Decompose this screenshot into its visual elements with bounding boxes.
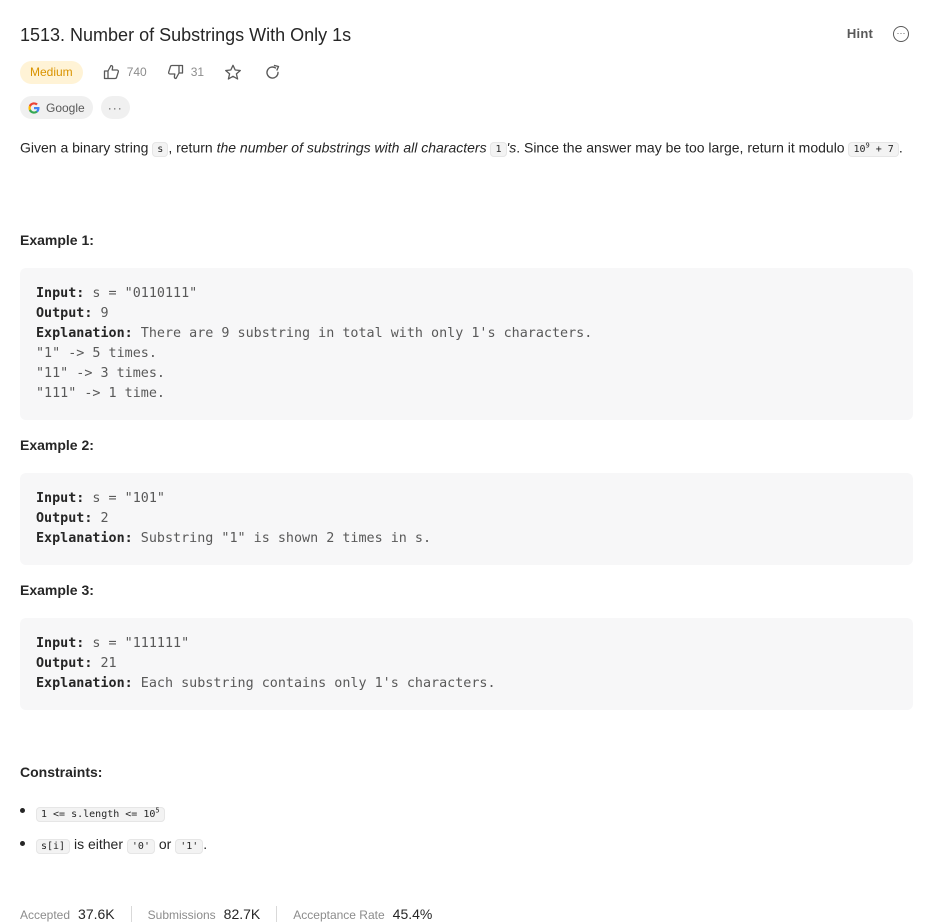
stat-accepted: Accepted 37.6K bbox=[20, 906, 132, 922]
problem-title: 1513. Number of Substrings With Only 1s bbox=[20, 25, 352, 45]
explanation-value: Substring "1" is shown 2 times in s. bbox=[132, 531, 432, 546]
desc-emphasis: the number of substrings with all charac… bbox=[216, 139, 491, 156]
constraint-text: or bbox=[154, 836, 176, 852]
example-1-title: Example 1: bbox=[20, 232, 94, 248]
constraint-code: '1' bbox=[175, 839, 204, 854]
constraint-text: . bbox=[203, 836, 208, 852]
explanation-line: "1" -> 5 times. bbox=[36, 346, 157, 361]
company-tag-google[interactable]: Google bbox=[20, 96, 93, 119]
constraint-text: is either bbox=[70, 836, 127, 852]
stat-label: Accepted bbox=[20, 908, 71, 922]
input-value: s = "111111" bbox=[84, 636, 190, 651]
output-label: Output: bbox=[36, 511, 93, 526]
meta-row: Medium 740 31 bbox=[20, 60, 303, 84]
input-value: s = "101" bbox=[84, 491, 165, 506]
example-1-block: Input: s = "0110111" Output: 9 Explanati… bbox=[20, 268, 913, 420]
like-button[interactable]: 740 bbox=[103, 64, 147, 80]
constraint-code: s[i] bbox=[36, 839, 71, 854]
title-row: 1513. Number of Substrings With Only 1s … bbox=[20, 22, 913, 48]
thumbs-up-icon bbox=[103, 64, 119, 80]
refresh-icon bbox=[266, 64, 280, 79]
modulo-base: 10 bbox=[853, 144, 866, 156]
inline-code: 1 bbox=[490, 142, 507, 158]
desc-text: Given a binary string bbox=[20, 139, 153, 156]
desc-text: . bbox=[898, 139, 903, 156]
input-label: Input: bbox=[36, 286, 85, 301]
explanation-value: Each substring contains only 1's charact… bbox=[132, 676, 496, 691]
explanation-label: Explanation: bbox=[36, 326, 133, 341]
inline-code: s bbox=[152, 142, 169, 158]
company-tag-label: Google bbox=[46, 100, 85, 115]
desc-emphasis: 's bbox=[506, 139, 517, 156]
example-2-block: Input: s = "101" Output: 2 Explanation: … bbox=[20, 473, 913, 565]
output-value: 9 bbox=[92, 306, 109, 321]
company-tags: Google ··· bbox=[20, 96, 138, 119]
stat-label: Submissions bbox=[147, 908, 216, 922]
output-value: 2 bbox=[92, 511, 109, 526]
dislike-count: 31 bbox=[190, 65, 205, 79]
google-logo-icon bbox=[28, 101, 40, 114]
stat-value: 37.6K bbox=[78, 906, 115, 922]
example-2-title: Example 2: bbox=[20, 437, 94, 453]
constraints-title: Constraints: bbox=[20, 764, 103, 780]
reset-button[interactable] bbox=[264, 64, 281, 81]
output-label: Output: bbox=[36, 656, 93, 671]
constraint-code-text: 1 <= s.length <= 10 bbox=[41, 809, 156, 821]
stat-acceptance-rate: Acceptance Rate 45.4% bbox=[293, 906, 448, 922]
problem-stats: Accepted 37.6K Submissions 82.7K Accepta… bbox=[20, 906, 464, 922]
constraints-list: 1 <= s.length <= 105 s[i] is either '0' … bbox=[20, 800, 207, 866]
output-value: 21 bbox=[92, 656, 117, 671]
desc-text: . Since the answer may be too large, ret… bbox=[516, 139, 849, 156]
stat-value: 45.4% bbox=[392, 906, 433, 922]
explanation-label: Explanation: bbox=[36, 676, 133, 691]
constraint-code: 1 <= s.length <= 105 bbox=[36, 807, 165, 823]
favorite-button[interactable] bbox=[224, 64, 242, 81]
constraint-item: 1 <= s.length <= 105 bbox=[20, 800, 207, 833]
explanation-value: There are 9 substring in total with only… bbox=[132, 326, 593, 341]
input-label: Input: bbox=[36, 491, 85, 506]
modulo-tail: + 7 bbox=[869, 144, 894, 156]
explanation-label: Explanation: bbox=[36, 531, 133, 546]
hint-button[interactable]: Hint bbox=[847, 26, 873, 41]
difficulty-badge: Medium bbox=[20, 60, 83, 84]
dislike-button[interactable]: 31 bbox=[167, 64, 204, 80]
input-label: Input: bbox=[36, 636, 85, 651]
example-3-title: Example 3: bbox=[20, 582, 94, 598]
input-value: s = "0110111" bbox=[84, 286, 198, 301]
problem-statement: Given a binary string s, return the numb… bbox=[20, 136, 913, 160]
more-options-icon[interactable]: ··· bbox=[893, 26, 909, 42]
constraint-exponent: 5 bbox=[155, 807, 160, 815]
output-label: Output: bbox=[36, 306, 93, 321]
constraint-item: s[i] is either '0' or '1'. bbox=[20, 833, 207, 866]
explanation-line: "11" -> 3 times. bbox=[36, 366, 165, 381]
explanation-line: "111" -> 1 time. bbox=[36, 386, 165, 401]
thumbs-down-icon bbox=[167, 64, 183, 80]
stat-value: 82.7K bbox=[223, 906, 261, 922]
example-3-block: Input: s = "111111" Output: 21 Explanati… bbox=[20, 618, 913, 710]
desc-text: , return bbox=[168, 139, 217, 156]
constraint-code: '0' bbox=[126, 839, 155, 854]
stat-submissions: Submissions 82.7K bbox=[148, 906, 278, 922]
more-tags-button[interactable]: ··· bbox=[100, 96, 130, 119]
stat-label: Acceptance Rate bbox=[293, 908, 385, 922]
modulo-code: 109 + 7 bbox=[848, 142, 899, 158]
star-icon bbox=[225, 64, 242, 80]
like-count: 740 bbox=[126, 65, 147, 79]
